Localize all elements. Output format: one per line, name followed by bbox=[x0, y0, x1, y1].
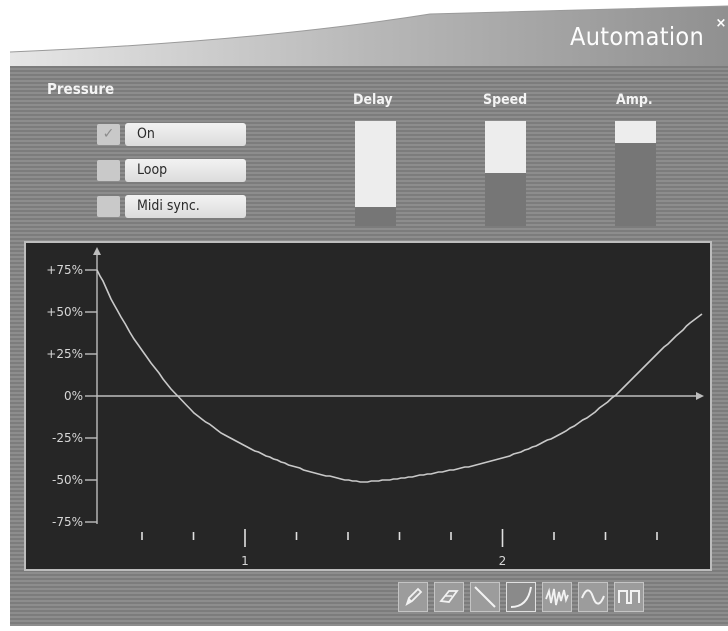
sine-wave-icon bbox=[581, 589, 605, 605]
line-tool-button[interactable] bbox=[470, 582, 500, 612]
eraser-tool-button[interactable] bbox=[434, 582, 464, 612]
automation-curve bbox=[96, 269, 703, 483]
y-tick-label: +25% bbox=[46, 347, 83, 361]
section-title: Pressure bbox=[47, 80, 115, 98]
speed-label: Speed bbox=[483, 92, 528, 108]
delay-slider[interactable] bbox=[355, 121, 396, 226]
y-tick-label: +50% bbox=[46, 305, 83, 319]
window-title: Automation bbox=[570, 22, 704, 51]
y-tick-label: -75% bbox=[52, 515, 83, 529]
speed-slider-fill bbox=[485, 173, 526, 226]
loop-checkbox[interactable] bbox=[97, 160, 120, 181]
delay-slider-fill bbox=[355, 207, 396, 226]
midi-sync-option[interactable]: Midi sync. bbox=[125, 195, 246, 218]
amp-label: Amp. bbox=[616, 92, 653, 108]
close-button[interactable]: × bbox=[714, 14, 728, 34]
random-wave-tool-button[interactable] bbox=[542, 582, 572, 612]
sine-wave-tool-button[interactable] bbox=[578, 582, 608, 612]
line-icon bbox=[474, 586, 496, 608]
y-axis-arrow bbox=[93, 247, 101, 255]
curve-icon bbox=[510, 586, 532, 608]
y-tick-label: -25% bbox=[52, 431, 83, 445]
amp-slider-track bbox=[615, 121, 656, 143]
amp-slider-fill bbox=[615, 143, 656, 226]
delay-slider-track bbox=[355, 121, 396, 207]
speed-slider[interactable] bbox=[485, 121, 526, 226]
pencil-tool-button[interactable] bbox=[398, 582, 428, 612]
speed-slider-track bbox=[485, 121, 526, 173]
loop-option[interactable]: Loop bbox=[125, 159, 246, 182]
automation-graph[interactable]: +75% +50% +25% 0% -25% -50% -75% 1 2 bbox=[24, 241, 712, 571]
pencil-icon bbox=[405, 587, 423, 607]
on-checkbox[interactable]: ✓ bbox=[97, 124, 120, 145]
checkmark-icon: ✓ bbox=[102, 126, 115, 142]
x-axis-arrow bbox=[696, 392, 704, 400]
y-tick-label: 0% bbox=[64, 389, 83, 403]
amp-slider[interactable] bbox=[615, 121, 656, 226]
square-wave-tool-button[interactable] bbox=[614, 582, 644, 612]
automation-window: Automation × Pressure ✓ On Loop Midi syn… bbox=[0, 0, 728, 631]
y-tick-label: +75% bbox=[46, 263, 83, 277]
eraser-icon bbox=[439, 590, 459, 603]
random-wave-icon bbox=[545, 587, 569, 606]
x-axis-label: 2 bbox=[499, 554, 507, 568]
y-tick-label: -50% bbox=[52, 473, 83, 487]
delay-label: Delay bbox=[353, 92, 393, 108]
square-wave-icon bbox=[618, 590, 640, 604]
x-axis-label: 1 bbox=[241, 554, 249, 568]
curve-tool-button[interactable] bbox=[506, 582, 536, 612]
graph-canvas: +75% +50% +25% 0% -25% -50% -75% 1 2 bbox=[46, 247, 704, 568]
on-option[interactable]: On bbox=[125, 123, 246, 146]
midi-sync-checkbox[interactable] bbox=[97, 196, 120, 217]
title-bar: Automation × bbox=[0, 0, 728, 66]
